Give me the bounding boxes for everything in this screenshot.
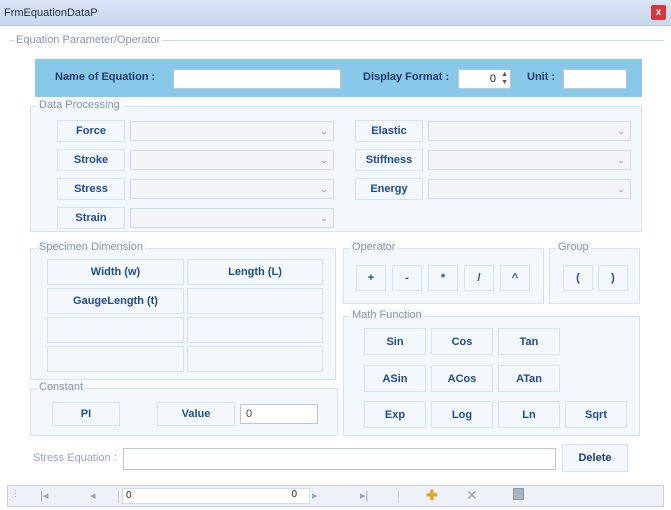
energy-button[interactable]: Energy — [355, 178, 423, 200]
sqrt-button[interactable]: Sqrt — [565, 401, 627, 428]
constant-value-input[interactable]: 0 — [240, 404, 318, 424]
group-title: Group — [556, 241, 591, 253]
close-button[interactable]: x — [651, 5, 666, 20]
unit-label: Unit : — [527, 71, 556, 83]
energy-combo[interactable]: ⌄ — [428, 179, 631, 199]
chevron-down-icon: ⌄ — [320, 184, 328, 194]
math-function-title: Math Function — [350, 309, 424, 321]
multiply-button[interactable]: * — [428, 265, 458, 291]
nav-separator — [398, 490, 399, 503]
open-paren-button[interactable]: ( — [563, 265, 593, 291]
specimen-empty-cell — [47, 346, 184, 372]
equation-window: FrmEquationDataP x Equation Parameter/Op… — [0, 0, 671, 510]
cos-button[interactable]: Cos — [431, 328, 493, 355]
delete-icon[interactable]: ✕ — [466, 487, 478, 504]
acos-button[interactable]: ACos — [431, 365, 493, 392]
move-next-icon[interactable]: ▸ — [312, 489, 318, 502]
specimen-empty-cell — [187, 317, 323, 343]
chevron-down-icon: ⌄ — [617, 155, 625, 165]
specimen-empty-cell — [47, 317, 184, 343]
stress-equation-label: Stress Equation : — [33, 452, 117, 464]
stress-equation-input[interactable] — [123, 448, 556, 470]
stroke-combo[interactable]: ⌄ — [130, 150, 334, 170]
specimen-empty-cell — [187, 346, 323, 372]
move-last-icon[interactable]: ▸| — [360, 489, 368, 502]
pi-button[interactable]: PI — [52, 402, 120, 426]
nav-separator — [118, 490, 119, 503]
tan-button[interactable]: Tan — [498, 328, 560, 355]
count-label: 0 — [291, 489, 297, 500]
asin-button[interactable]: ASin — [364, 365, 426, 392]
atan-button[interactable]: ATan — [498, 365, 560, 392]
name-of-equation-input[interactable] — [173, 69, 341, 89]
unit-input[interactable] — [563, 69, 627, 89]
exp-button[interactable]: Exp — [364, 401, 426, 428]
chevron-down-icon: ⌄ — [617, 126, 625, 136]
display-format-label: Display Format : — [363, 71, 450, 83]
close-paren-button[interactable]: ) — [598, 265, 628, 291]
divide-button[interactable]: / — [464, 265, 494, 291]
delete-button[interactable]: Delete — [562, 444, 628, 472]
grip-handle-icon: ⋮ — [11, 488, 20, 498]
save-icon[interactable] — [513, 488, 524, 500]
chevron-down-icon: ⌄ — [320, 213, 328, 223]
strain-combo[interactable]: ⌄ — [130, 208, 334, 228]
plus-button[interactable]: + — [356, 265, 386, 291]
add-new-icon[interactable]: ✚ — [426, 487, 438, 504]
display-format-spinner[interactable]: 0 ▲ ▼ — [458, 69, 511, 89]
operator-title: Operator — [350, 241, 398, 253]
equation-group-title: Equation Parameter/Operator — [14, 34, 163, 46]
data-processing-title: Data Processing — [37, 99, 122, 111]
elastic-combo[interactable]: ⌄ — [428, 121, 631, 141]
stress-button[interactable]: Stress — [57, 178, 125, 200]
move-previous-icon[interactable]: ◂ — [90, 489, 96, 502]
stress-combo[interactable]: ⌄ — [130, 179, 334, 199]
binding-navigator: ⋮ |◂ ◂ 0 0 ▸ ▸| ✚ ✕ — [7, 485, 664, 507]
ln-button[interactable]: Ln — [498, 401, 560, 428]
width-button[interactable]: Width (w) — [47, 259, 184, 285]
elastic-button[interactable]: Elastic — [355, 120, 423, 142]
stroke-button[interactable]: Stroke — [57, 149, 125, 171]
sin-button[interactable]: Sin — [364, 328, 426, 355]
strain-button[interactable]: Strain — [57, 207, 125, 229]
title-bar: FrmEquationDataP x — [0, 0, 671, 26]
power-button[interactable]: ^ — [500, 265, 530, 291]
length-button[interactable]: Length (L) — [187, 259, 323, 285]
display-format-value: 0 — [489, 73, 496, 85]
specimen-empty-cell — [187, 288, 323, 314]
chevron-down-icon: ⌄ — [617, 184, 625, 194]
specimen-dimension-title: Specimen Dimension — [37, 241, 145, 253]
force-button[interactable]: Force — [57, 120, 125, 142]
value-button[interactable]: Value — [157, 402, 235, 426]
chevron-down-icon: ⌄ — [320, 126, 328, 136]
constant-title: Constant — [37, 381, 86, 393]
gauge-length-button[interactable]: GaugeLength (t) — [47, 288, 184, 314]
spinner-arrows-icon[interactable]: ▲ ▼ — [501, 71, 508, 87]
minus-button[interactable]: - — [392, 265, 422, 291]
stiffness-button[interactable]: Stiffness — [355, 149, 423, 171]
force-combo[interactable]: ⌄ — [130, 121, 334, 141]
log-button[interactable]: Log — [431, 401, 493, 428]
name-of-equation-label: Name of Equation : — [55, 71, 156, 83]
chevron-down-icon: ⌄ — [320, 155, 328, 165]
window-title: FrmEquationDataP — [4, 7, 98, 19]
move-first-icon[interactable]: |◂ — [40, 489, 48, 502]
stiffness-combo[interactable]: ⌄ — [428, 150, 631, 170]
